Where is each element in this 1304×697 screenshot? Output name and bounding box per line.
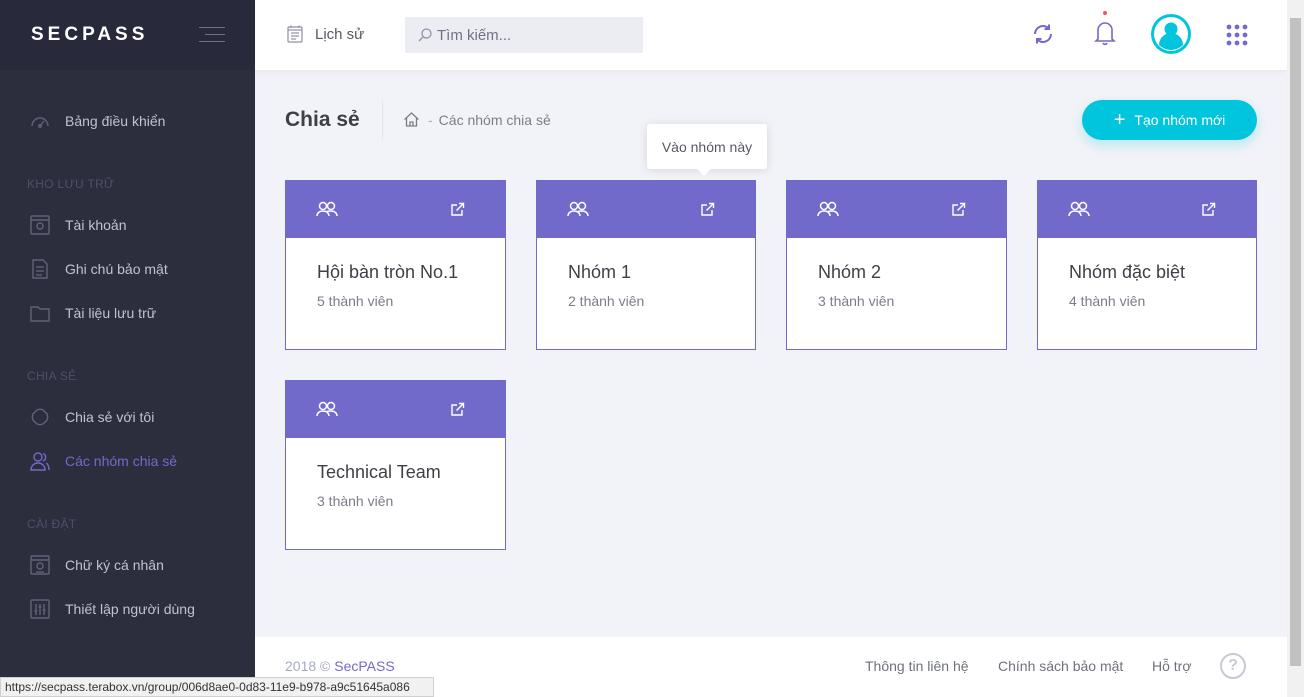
group-name: Nhóm 1 (568, 262, 632, 282)
sidebar-item-label: Chia sẻ với tôi (65, 409, 155, 425)
group-name: Nhóm đặc biệt (1069, 262, 1186, 282)
external-link-icon[interactable] (700, 202, 715, 217)
search-input[interactable] (437, 26, 637, 44)
sidebar-item-label: Thiết lập người dùng (65, 601, 195, 617)
notification-bell-icon[interactable] (1093, 10, 1117, 53)
create-group-button[interactable]: + Tạo nhóm mới (1082, 100, 1257, 140)
folder-icon (28, 301, 52, 325)
enter-group-tooltip: Vào nhóm này (647, 124, 767, 176)
sidebar-item-share-groups[interactable]: Các nhóm chia sẻ (0, 441, 255, 481)
sidebar-item-secure-notes[interactable]: Ghi chú bảo mật (0, 249, 255, 289)
footer-link-support[interactable]: Hỗ trợ (1152, 658, 1192, 674)
page-title: Chia sẻ (285, 108, 360, 131)
sidebar-item-label: Tài khoản (65, 217, 127, 233)
search-icon (418, 28, 432, 42)
user-avatar[interactable] (1150, 13, 1192, 60)
sidebar-item-documents[interactable]: Tài liệu lưu trữ (0, 293, 255, 333)
search-box[interactable] (405, 17, 643, 53)
history-label: Lịch sử (315, 25, 365, 43)
apps-grid-icon[interactable] (1226, 24, 1248, 51)
group-member-count: 3 thành viên (317, 493, 394, 509)
group-name: Hội bàn tròn No.1 (317, 262, 459, 282)
top-header: Lịch sử (255, 0, 1287, 70)
group-icon (316, 401, 338, 417)
group-card[interactable]: Technical Team 3 thành viên (285, 380, 506, 550)
external-link-icon[interactable] (450, 402, 465, 417)
copyright: 2018 © SecPASS (285, 658, 395, 674)
group-card[interactable]: Nhóm đặc biệt 4 thành viên (1037, 180, 1257, 350)
dashboard-icon (28, 109, 52, 133)
group-card[interactable]: Hội bàn tròn No.1 5 thành viên (285, 180, 506, 350)
group-name: Nhóm 2 (818, 262, 882, 282)
sidebar-item-label: Tài liệu lưu trữ (65, 305, 157, 321)
breadcrumb-current[interactable]: Các nhóm chia sẻ (439, 112, 551, 128)
external-link-icon[interactable] (450, 202, 465, 217)
section-title-storage: KHO LƯU TRỮ (27, 177, 115, 191)
browser-status-url: https://secpass.terabox.vn/group/006d8ae… (0, 677, 434, 697)
sidebar-item-label: Ghi chú bảo mật (65, 261, 168, 277)
group-member-count: 5 thành viên (317, 293, 394, 309)
plus-icon: + (1113, 109, 1126, 131)
group-name: Technical Team (317, 462, 441, 482)
sidebar-item-shared-with-me[interactable]: Chia sẻ với tôi (0, 397, 255, 437)
scrollbar-thumb[interactable] (1290, 18, 1301, 666)
sidebar-item-label: Chữ ký cá nhân (65, 557, 164, 573)
signature-icon (28, 553, 52, 577)
brand-logo[interactable]: SECPASS (31, 24, 148, 46)
group-card[interactable]: Nhóm 1 2 thành viên (536, 180, 756, 350)
group-icon (567, 201, 589, 217)
page-scrollbar[interactable] (1287, 0, 1304, 697)
card-header (286, 181, 505, 238)
external-link-icon[interactable] (951, 202, 966, 217)
account-icon (28, 213, 52, 237)
copyright-year: 2018 © (285, 658, 331, 674)
sidebar-item-accounts[interactable]: Tài khoản (0, 205, 255, 245)
card-header (1038, 181, 1256, 238)
sidebar: SECPASS Bảng điều khiển KHO LƯU TRỮ Tài … (0, 0, 255, 697)
help-icon[interactable]: ? (1220, 653, 1246, 679)
menu-toggle-icon[interactable] (199, 27, 225, 45)
footer-link-contact[interactable]: Thông tin liên hệ (865, 658, 969, 674)
sidebar-item-label: Bảng điều khiển (65, 113, 166, 129)
note-icon (28, 257, 52, 281)
group-card[interactable]: Nhóm 2 3 thành viên (786, 180, 1007, 350)
breadcrumb-separator: - (428, 111, 433, 128)
card-header (286, 381, 505, 438)
sidebar-item-user-settings[interactable]: Thiết lập người dùng (0, 589, 255, 629)
history-link[interactable]: Lịch sử (285, 24, 364, 44)
sidebar-item-dashboard[interactable]: Bảng điều khiển (0, 101, 255, 141)
history-icon (287, 25, 303, 43)
group-member-count: 3 thành viên (818, 293, 895, 309)
sidebar-item-label: Các nhóm chia sẻ (65, 453, 178, 469)
card-header (537, 181, 755, 238)
group-icon (316, 201, 338, 217)
section-title-sharing: CHIA SẺ (27, 369, 77, 383)
group-member-count: 4 thành viên (1069, 293, 1146, 309)
footer-link-privacy[interactable]: Chính sách bảo mật (998, 658, 1123, 674)
footer-brand-link[interactable]: SecPASS (334, 658, 394, 674)
subheader-divider (382, 100, 383, 140)
home-icon[interactable] (403, 111, 420, 128)
external-link-icon[interactable] (1201, 202, 1216, 217)
card-header (787, 181, 1006, 238)
create-group-label: Tạo nhóm mới (1134, 112, 1226, 128)
users-icon (28, 449, 52, 473)
group-icon (1068, 201, 1090, 217)
settings-icon (28, 597, 52, 621)
section-title-settings: CÀI ĐẶT (27, 517, 77, 531)
sidebar-item-signature[interactable]: Chữ ký cá nhân (0, 545, 255, 585)
breadcrumb: - Các nhóm chia sẻ (403, 111, 551, 128)
brand-bar: SECPASS (0, 0, 255, 70)
group-icon (817, 201, 839, 217)
group-member-count: 2 thành viên (568, 293, 645, 309)
share-icon (28, 405, 52, 429)
refresh-icon[interactable] (1031, 22, 1055, 51)
